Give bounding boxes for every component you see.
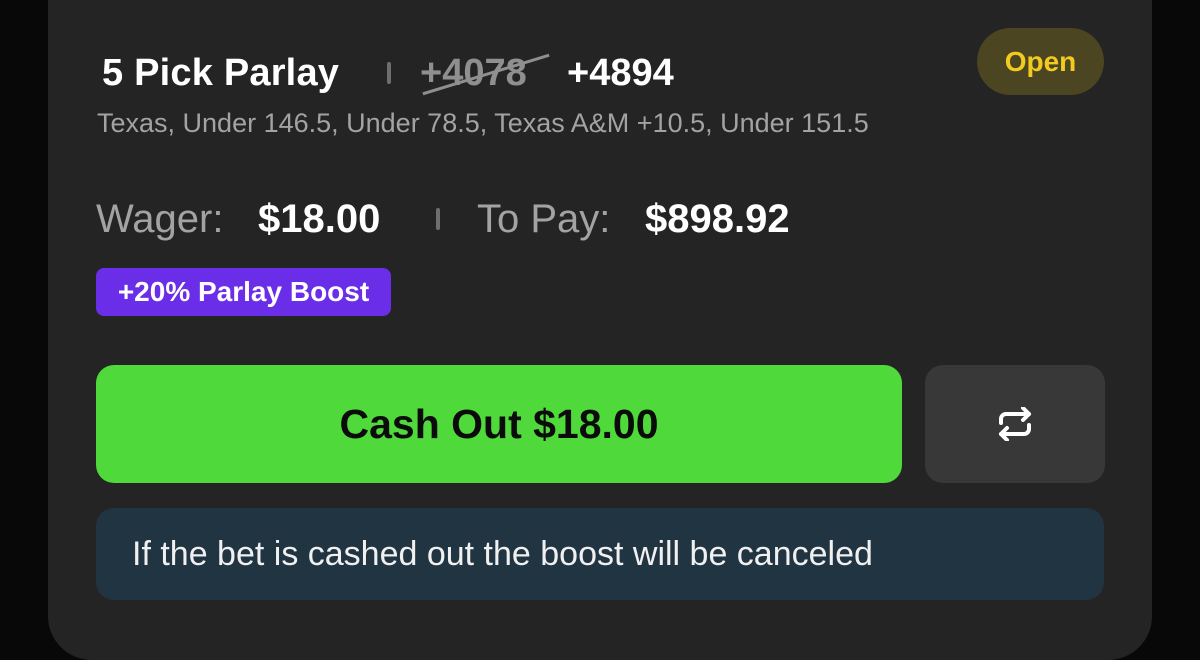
title-divider [387,62,391,84]
legs-summary: Texas, Under 146.5, Under 78.5, Texas A&… [97,108,869,138]
cash-out-button[interactable]: Cash Out $18.00 [96,365,902,483]
parlay-boost-badge: +20% Parlay Boost [96,268,391,316]
bet-title: 5 Pick Parlay [102,52,340,94]
boosted-odds: +4894 [567,52,674,94]
wager-divider [436,208,440,230]
wager-value: $18.00 [258,197,381,241]
swap-arrows-icon [995,407,1035,441]
boost-cancel-notice: If the bet is cashed out the boost will … [96,508,1104,600]
to-pay-label: To Pay: [477,197,611,241]
swap-button[interactable] [925,365,1105,483]
to-pay-value: $898.92 [645,197,790,241]
notice-text: If the bet is cashed out the boost will … [132,534,873,573]
cash-out-label: Cash Out $18.00 [339,400,659,447]
status-badge: Open [977,28,1104,95]
wager-label: Wager: [96,197,224,241]
